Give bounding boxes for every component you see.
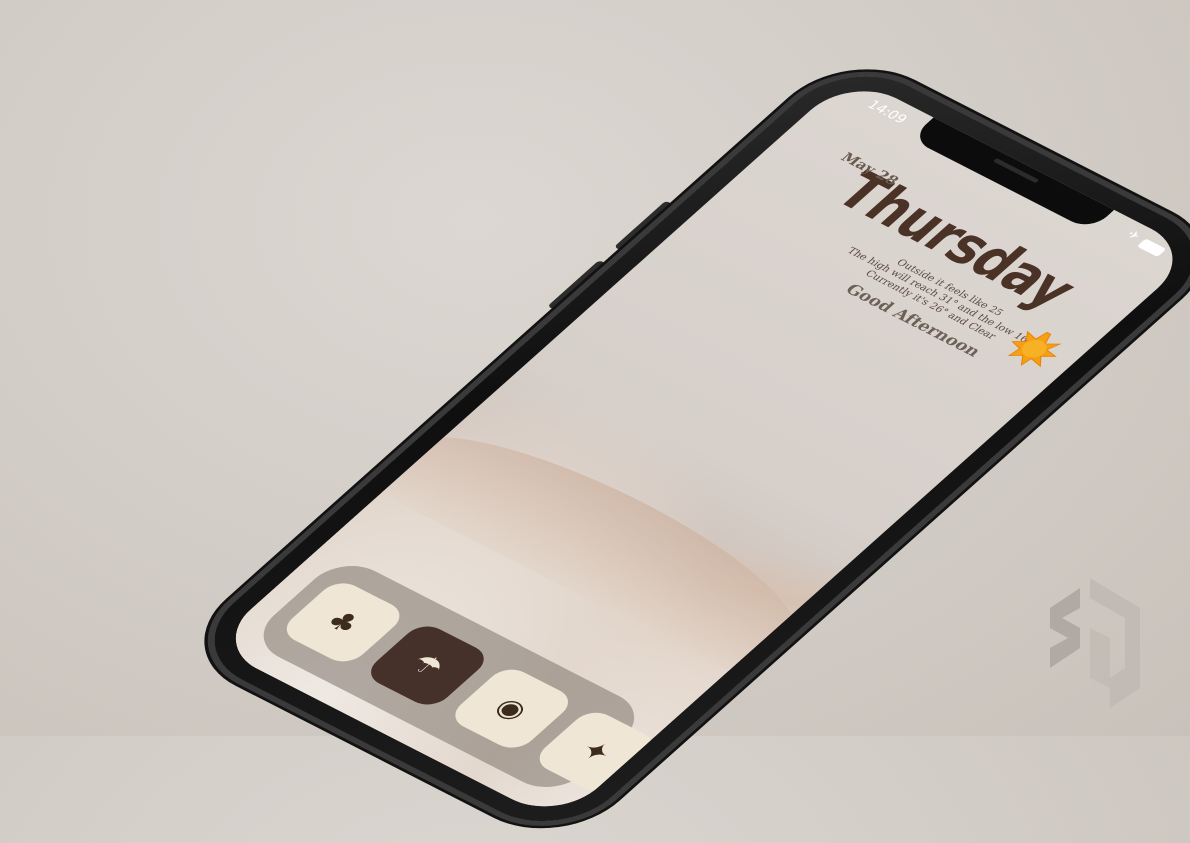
battery-icon	[1136, 238, 1167, 257]
camera-icon: ◉	[487, 691, 536, 726]
airplane-icon: ✈	[1123, 228, 1144, 244]
parachute-icon: ☂	[402, 648, 452, 683]
clover-icon: ♣	[318, 604, 368, 640]
phone: 14:09 ✈ Thursday May 28 Outside it feels…	[182, 55, 1190, 843]
scene: 14:09 ✈ Thursday May 28 Outside it feels…	[0, 0, 1190, 843]
status-time: 14:09	[863, 98, 911, 127]
compass-icon: ✦	[572, 734, 620, 769]
brand-logo	[1050, 578, 1140, 708]
